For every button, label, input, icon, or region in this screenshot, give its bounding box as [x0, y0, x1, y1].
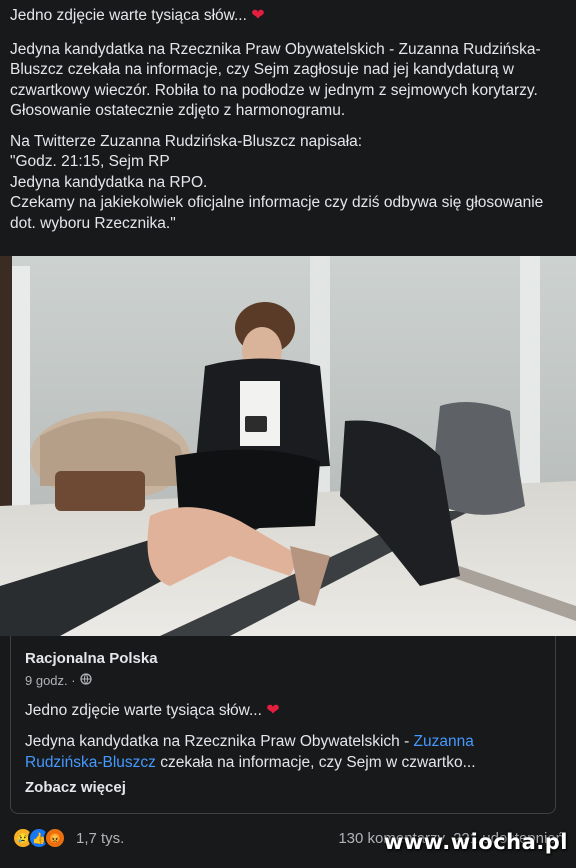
globe-icon: [79, 673, 92, 688]
see-more-link[interactable]: Zobacz więcej: [25, 779, 541, 796]
heart-icon: ❤: [266, 702, 280, 719]
shared-page-name[interactable]: Racjonalna Polska: [25, 650, 541, 667]
heart-icon: ❤: [251, 7, 265, 24]
shared-post-body: Jedyna kandydatka na Rzecznika Praw Obyw…: [25, 733, 476, 771]
reaction-count[interactable]: 1,7 tys.: [76, 830, 124, 847]
post-photo[interactable]: [0, 256, 576, 636]
shared-post-card[interactable]: Racjonalna Polska 9 godz. · Jedno zdjęci…: [10, 636, 556, 814]
shared-post-meta: 9 godz. ·: [25, 673, 541, 688]
shared-post-title: Jedno zdjęcie warte tysiąca słów... ❤: [25, 702, 280, 719]
shared-post-time[interactable]: 9 godz. ·: [25, 673, 76, 688]
post-quote: Na Twitterze Zuzanna Rudzińska-Bluszcz n…: [10, 132, 544, 232]
watermark: www.wiocha.pl: [383, 830, 568, 854]
post-paragraph: Jedyna kandydatka na Rzecznika Praw Obyw…: [10, 40, 541, 120]
angry-reaction-icon: 😡: [44, 827, 66, 849]
reaction-icons[interactable]: 😢 👍 😡: [12, 827, 66, 849]
post-title: Jedno zdjęcie warte tysiąca słów... ❤: [10, 7, 265, 24]
post-text: Jedno zdjęcie warte tysiąca słów... ❤ Je…: [0, 0, 576, 234]
photo-illustration: [0, 256, 576, 636]
